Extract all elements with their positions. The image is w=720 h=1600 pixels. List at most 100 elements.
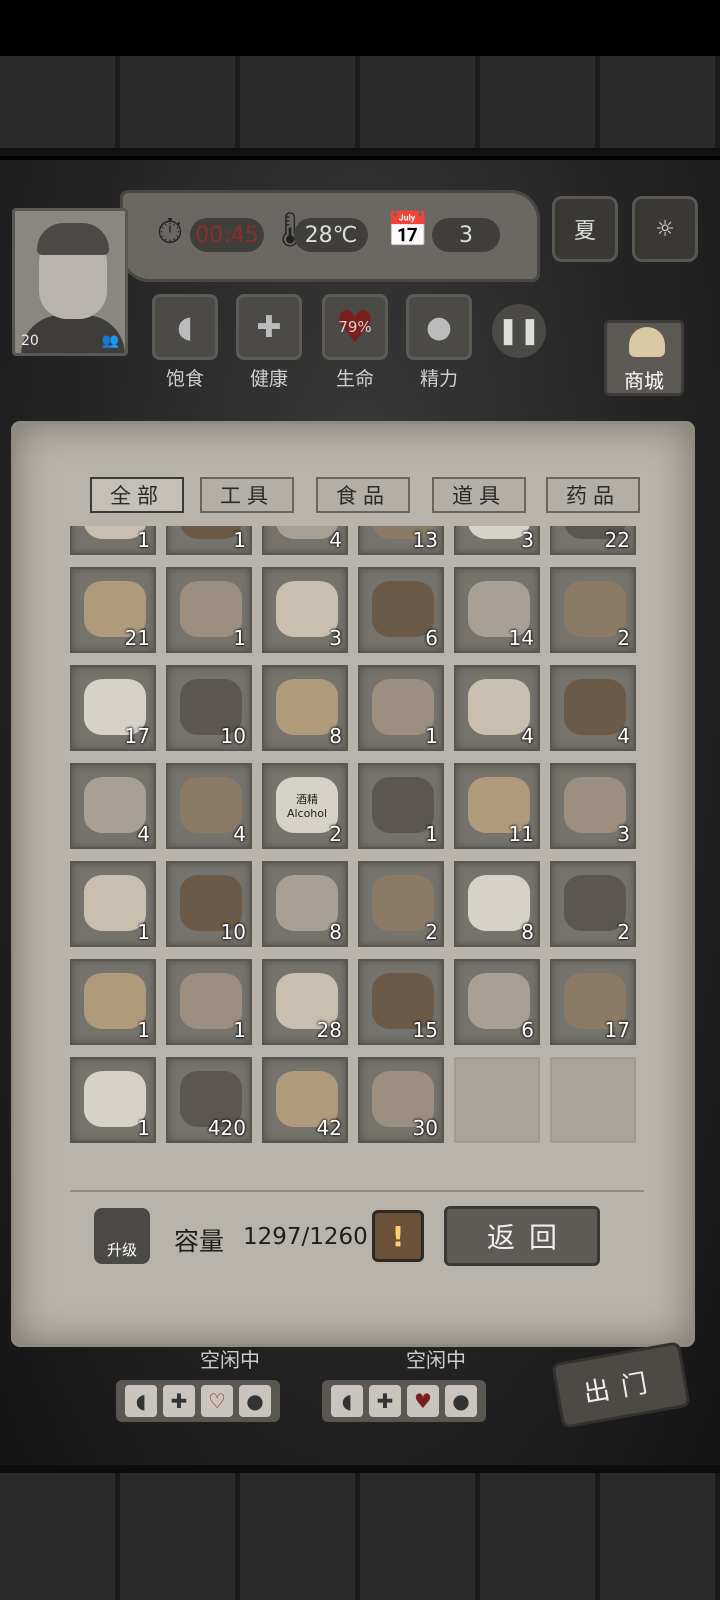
back-button[interactable]: 返回	[444, 1206, 600, 1266]
stomach-icon: ◖	[331, 1385, 363, 1417]
footer-divider	[70, 1190, 644, 1192]
item-quantity: 3	[617, 822, 630, 846]
inventory-slot[interactable]: 4	[166, 763, 252, 849]
item-quantity: 8	[329, 724, 342, 748]
inventory-slot[interactable]: 4	[262, 526, 348, 555]
bottle-label-en: Alcohol	[286, 806, 328, 820]
energy-stat[interactable]: ●	[406, 294, 472, 360]
item-quantity: 1	[137, 528, 150, 552]
health-stat[interactable]: ✚	[236, 294, 302, 360]
inventory-slot[interactable]: 1	[166, 526, 252, 555]
heart-icon: ♥	[407, 1385, 439, 1417]
hunger-stat[interactable]: ◖	[152, 294, 218, 360]
upgrade-button[interactable]: 升级	[94, 1208, 150, 1264]
inventory-slot[interactable]: 4	[550, 665, 636, 751]
item-quantity: 15	[412, 1018, 438, 1042]
exit-label: 出门	[581, 1366, 662, 1409]
wood-footer	[0, 1465, 720, 1600]
inventory-slot[interactable]: 22	[550, 526, 636, 555]
inventory-slot[interactable]: 30	[358, 1057, 444, 1143]
inventory-slot-empty[interactable]	[454, 1057, 540, 1143]
tab-food[interactable]: 食品	[316, 477, 410, 513]
life-stat[interactable]: ♥ 79%	[322, 294, 388, 360]
inventory-slot[interactable]: 8	[454, 861, 540, 947]
bottle-label-cn: 酒精	[296, 792, 318, 806]
tab-medicine[interactable]: 药品	[546, 477, 640, 513]
tab-tools[interactable]: 工具	[200, 477, 294, 513]
inventory-slot[interactable]: 1	[166, 567, 252, 653]
item-quantity: 14	[508, 626, 534, 650]
cross-icon: ✚	[163, 1385, 195, 1417]
pause-button[interactable]: ❚❚	[492, 304, 546, 358]
inventory-slot[interactable]: 酒精 Alcohol 2	[262, 763, 348, 849]
item-quantity: 8	[521, 920, 534, 944]
inventory-slot[interactable]: 4	[454, 665, 540, 751]
item-quantity: 4	[233, 822, 246, 846]
inventory-slot[interactable]: 13	[358, 526, 444, 555]
settings-button[interactable]: ☼	[632, 196, 698, 262]
season-button[interactable]: 夏	[552, 196, 618, 262]
inventory-slot[interactable]: 1	[358, 763, 444, 849]
item-quantity: 4	[329, 528, 342, 552]
item-quantity: 11	[508, 822, 534, 846]
tab-props[interactable]: 道具	[432, 477, 526, 513]
inventory-slot[interactable]: 2	[358, 861, 444, 947]
inventory-slot[interactable]: 1	[70, 526, 156, 555]
inventory-slot[interactable]: 1	[358, 665, 444, 751]
survivor-2-status: 空闲中	[406, 1348, 466, 1372]
item-quantity: 30	[412, 1116, 438, 1140]
inventory-slot[interactable]: 6	[358, 567, 444, 653]
tab-all[interactable]: 全部	[90, 477, 184, 513]
inventory-slot[interactable]: 1	[70, 959, 156, 1045]
item-quantity: 42	[316, 1116, 342, 1140]
survivor-2-bar[interactable]: ◖ ✚ ♥ ●	[322, 1380, 486, 1422]
capacity-label: 容量	[174, 1227, 225, 1256]
season-label: 夏	[573, 219, 596, 244]
inventory-slot[interactable]: 10	[166, 861, 252, 947]
inventory-slot[interactable]: 420	[166, 1057, 252, 1143]
inventory-slot[interactable]: 17	[550, 959, 636, 1045]
inventory-slot[interactable]: 6	[454, 959, 540, 1045]
cross-icon: ✚	[256, 309, 282, 345]
item-quantity: 17	[124, 724, 150, 748]
inventory-slot[interactable]: 8	[262, 861, 348, 947]
inventory-slot[interactable]: 21	[70, 567, 156, 653]
inventory-slot[interactable]: 3	[454, 526, 540, 555]
inventory-slot[interactable]: 3	[262, 567, 348, 653]
item-quantity: 1	[137, 1018, 150, 1042]
survivor-portrait[interactable]: 20 👥	[12, 208, 128, 356]
inventory-slot[interactable]: 42	[262, 1057, 348, 1143]
team-icon: 👥	[101, 333, 119, 349]
item-quantity: 1	[425, 724, 438, 748]
person-icon: ●	[445, 1385, 477, 1417]
shop-label: 商城	[624, 369, 664, 393]
inventory-slot[interactable]: 1	[70, 1057, 156, 1143]
inventory-slot[interactable]: 1	[166, 959, 252, 1045]
inventory-slot[interactable]: 10	[166, 665, 252, 751]
inventory-slot[interactable]: 11	[454, 763, 540, 849]
inventory-slot[interactable]: 4	[70, 763, 156, 849]
inventory-slot[interactable]: 3	[550, 763, 636, 849]
inventory-slot[interactable]: 8	[262, 665, 348, 751]
item-quantity: 1	[425, 822, 438, 846]
inventory-slot[interactable]: 15	[358, 959, 444, 1045]
inventory-slot[interactable]: 28	[262, 959, 348, 1045]
life-value: 79%	[338, 318, 372, 336]
item-quantity: 6	[425, 626, 438, 650]
item-quantity: 1	[233, 1018, 246, 1042]
item-quantity: 4	[521, 724, 534, 748]
item-quantity: 10	[220, 724, 246, 748]
inventory-slot[interactable]: 2	[550, 861, 636, 947]
person-icon: ●	[239, 1385, 271, 1417]
inventory-slot[interactable]: 2	[550, 567, 636, 653]
item-quantity: 10	[220, 920, 246, 944]
inventory-slot[interactable]: 17	[70, 665, 156, 751]
capacity-warning-button[interactable]: !	[372, 1210, 424, 1262]
shop-button[interactable]: 商城	[604, 320, 684, 396]
stomach-icon: ◖	[177, 309, 193, 345]
inventory-slot[interactable]: 14	[454, 567, 540, 653]
inventory-slot[interactable]: 1	[70, 861, 156, 947]
inventory-slot-empty[interactable]	[550, 1057, 636, 1143]
warning-icon: !	[391, 1219, 405, 1253]
survivor-1-bar[interactable]: ◖ ✚ ♡ ●	[116, 1380, 280, 1422]
